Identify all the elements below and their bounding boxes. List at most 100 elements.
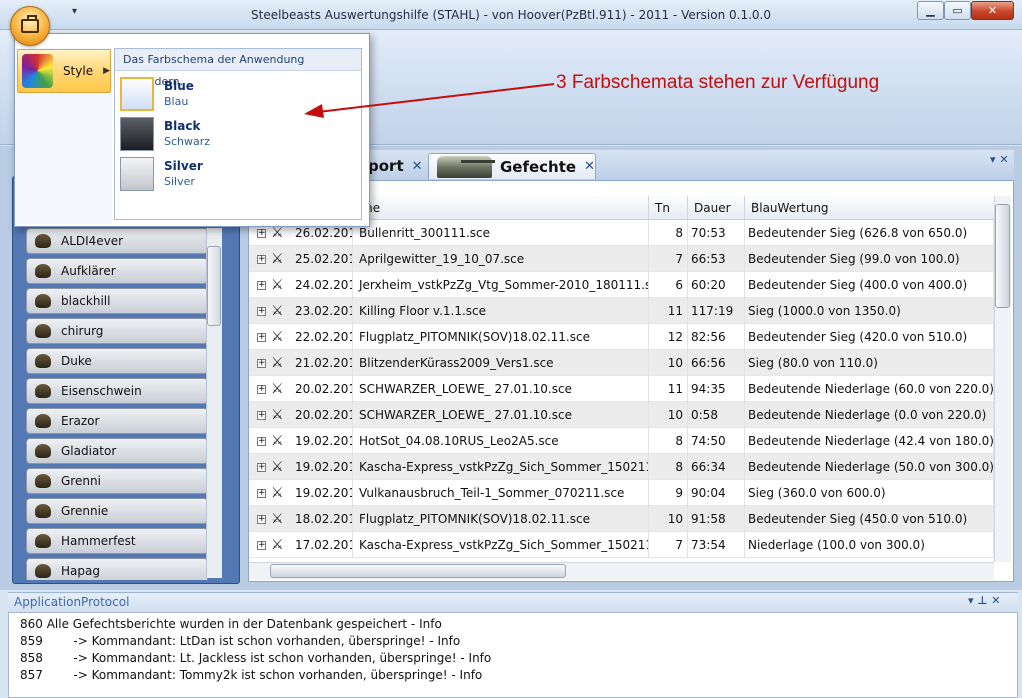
cell-wertung: Bedeutender Sieg (450.0 von 510.0) <box>744 506 994 532</box>
expand-icon[interactable]: + <box>257 489 266 498</box>
close-icon[interactable]: ✕ <box>412 159 423 174</box>
expand-icon[interactable]: + <box>257 411 266 420</box>
commander-item[interactable]: Gladiator <box>26 438 208 464</box>
log-line: 860 Alle Gefechtsberichte wurden in der … <box>20 617 442 631</box>
commander-item[interactable]: Grenni <box>26 468 208 494</box>
cell-dauer: 0:58 <box>687 402 745 428</box>
table-row[interactable]: + ⚔ 19.02.2011Kascha-Express_vstkPzZg_Sich… <box>249 454 994 480</box>
commander-item[interactable]: Grennie <box>26 498 208 524</box>
expand-icon[interactable]: + <box>257 515 266 524</box>
close-icon[interactable]: ✕ <box>584 159 595 174</box>
color-scheme-black[interactable]: Black Schwarz <box>118 116 358 154</box>
commander-name: blackhill <box>61 294 111 308</box>
tab-import[interactable]: port ✕ <box>368 153 423 179</box>
crossed-swords-icon: ⚔ <box>271 355 284 371</box>
cell-tn: 8 <box>648 428 688 454</box>
helmet-icon <box>35 294 51 308</box>
cell-date: 21.02.2011 <box>291 350 353 376</box>
grid-horizontal-scroll-thumb[interactable] <box>270 564 566 578</box>
cell-wertung: Bedeutender Sieg (99.0 von 100.0) <box>744 246 994 272</box>
table-row[interactable]: + ⚔ 21.02.2011BlitzenderKürass2009_Vers1.s… <box>249 350 994 376</box>
cell-wertung: Bedeutende Niederlage (50.0 von 300.0) <box>744 454 994 480</box>
commander-item[interactable]: Erazor <box>26 408 208 434</box>
crossed-swords-icon: ⚔ <box>271 303 284 319</box>
table-row[interactable]: + ⚔ 19.02.2011Vulkanausbruch_Teil-1_Sommer… <box>249 480 994 506</box>
table-row[interactable]: + ⚔ 18.02.2011Flugplatz_PITOMNIK(SOV)18.02… <box>249 506 994 532</box>
crossed-swords-icon: ⚔ <box>271 381 284 397</box>
cell-dauer: 82:56 <box>687 324 745 350</box>
tab-gefechte[interactable]: Gefechte ✕ <box>428 153 596 179</box>
log-line: 859 -> Kommandant: LtDan ist schon vorha… <box>20 634 461 648</box>
cell-tn: 6 <box>648 272 688 298</box>
expand-icon[interactable]: + <box>257 541 266 550</box>
expand-icon[interactable]: + <box>257 333 266 342</box>
column-header-name[interactable]: me <box>355 196 649 220</box>
cell-scenario: Jerxheim_vstkPzZg_Vtg_Sommer-2010_180111… <box>355 272 649 298</box>
commander-item[interactable]: ALDI4ever <box>26 228 208 254</box>
cell-dauer: 66:56 <box>687 350 745 376</box>
table-row[interactable]: + ⚔ 20.02.2011SCHWARZER_LOEWE_ 27.01.10.sc… <box>249 402 994 428</box>
close-window-button[interactable]: ✕ <box>971 1 1014 20</box>
table-row[interactable]: + ⚔ 17.02.2011Kascha-Express_vstkPzZg_Sich… <box>249 532 994 558</box>
helmet-icon <box>35 234 51 248</box>
expand-icon[interactable]: + <box>257 229 266 238</box>
tab-gefechte-label: Gefechte <box>499 157 577 176</box>
maximize-button[interactable]: ▭ <box>944 1 971 20</box>
commander-item[interactable]: Aufklärer <box>26 258 208 284</box>
expand-icon[interactable]: + <box>257 437 266 446</box>
minimize-button[interactable]: ▁ <box>917 1 944 20</box>
commander-item[interactable]: blackhill <box>26 288 208 314</box>
cell-wertung: Bedeutender Sieg (400.0 von 400.0) <box>744 272 994 298</box>
tab-strip-tools[interactable]: ▾ ✕ <box>990 153 1009 166</box>
table-row[interactable]: + ⚔ 20.02.2011SCHWARZER_LOEWE_ 27.01.10.sc… <box>249 376 994 402</box>
expand-icon[interactable]: + <box>257 359 266 368</box>
expand-icon[interactable]: + <box>257 281 266 290</box>
style-submenu-header: Das Farbschema der Anwendung verändern. <box>115 49 361 88</box>
commander-list-scroll-thumb[interactable] <box>207 246 221 326</box>
cell-dauer: 70:53 <box>687 220 745 246</box>
cell-dauer: 66:34 <box>687 454 745 480</box>
commander-name: Erazor <box>61 414 100 428</box>
commander-item[interactable]: chirurg <box>26 318 208 344</box>
table-row[interactable]: + ⚔ 25.02.2011Aprilgewitter_19_10_07.sce76… <box>249 246 994 272</box>
log-line: 858 -> Kommandant: Lt. Jackless ist scho… <box>20 651 492 665</box>
commander-item[interactable]: Eisenschwein <box>26 378 208 404</box>
column-header-dauer[interactable]: Dauer <box>687 196 745 220</box>
table-row[interactable]: + ⚔ 22.02.2011Flugplatz_PITOMNIK(SOV)18.02… <box>249 324 994 350</box>
commander-item[interactable]: Duke <box>26 348 208 374</box>
commander-name: Hammerfest <box>61 534 136 548</box>
application-button[interactable] <box>10 6 50 46</box>
table-row[interactable]: + ⚔ 24.02.2011Jerxheim_vstkPzZg_Vtg_Sommer… <box>249 272 994 298</box>
tank-icon <box>437 155 495 178</box>
expand-icon[interactable]: + <box>257 385 266 394</box>
expand-icon[interactable]: + <box>257 463 266 472</box>
commander-item[interactable]: Hapag <box>26 558 208 580</box>
commander-name: Eisenschwein <box>61 384 142 398</box>
cell-scenario: BlitzenderKürass2009_Vers1.sce <box>355 350 649 376</box>
annotation-text: 3 Farbschemata stehen zur Verfügung <box>556 72 880 93</box>
protocol-tools[interactable]: ▾ ⊥ ✕ <box>968 594 1000 607</box>
column-header-blauwertung[interactable]: BlauWertung <box>744 196 994 220</box>
cell-tn: 10 <box>648 506 688 532</box>
cell-scenario: Flugplatz_PITOMNIK(SOV)18.02.11.sce <box>355 506 649 532</box>
quick-access-chevron-icon[interactable]: ▾ <box>72 6 77 17</box>
expand-icon[interactable]: + <box>257 255 266 264</box>
cell-date: 25.02.2011 <box>291 246 353 272</box>
cell-date: 19.02.2011 <box>291 480 353 506</box>
crossed-swords-icon: ⚔ <box>271 459 284 475</box>
scheme-title: Silver <box>164 159 203 173</box>
table-row[interactable]: + ⚔ 23.02.2011Killing Floor v.1.1.sce11117… <box>249 298 994 324</box>
cell-dauer: 91:58 <box>687 506 745 532</box>
commander-item[interactable]: Hammerfest <box>26 528 208 554</box>
column-header-tn[interactable]: Tn <box>648 196 688 220</box>
table-row[interactable]: + ⚔ 19.02.2011HotSot_04.08.10RUS_Leo2A5.sc… <box>249 428 994 454</box>
color-scheme-silver[interactable]: Silver Silver <box>118 156 358 194</box>
expand-icon[interactable]: + <box>257 307 266 316</box>
palette-icon <box>22 54 53 88</box>
scheme-title: Black <box>164 119 201 133</box>
grid-vertical-scroll-thumb[interactable] <box>995 204 1010 308</box>
cell-wertung: Bedeutende Niederlage (60.0 von 220.0) <box>744 376 994 402</box>
cell-tn: 10 <box>648 402 688 428</box>
menu-item-style[interactable]: Style ▶ <box>17 49 111 93</box>
cell-scenario: Flugplatz_PITOMNIK(SOV)18.02.11.sce <box>355 324 649 350</box>
